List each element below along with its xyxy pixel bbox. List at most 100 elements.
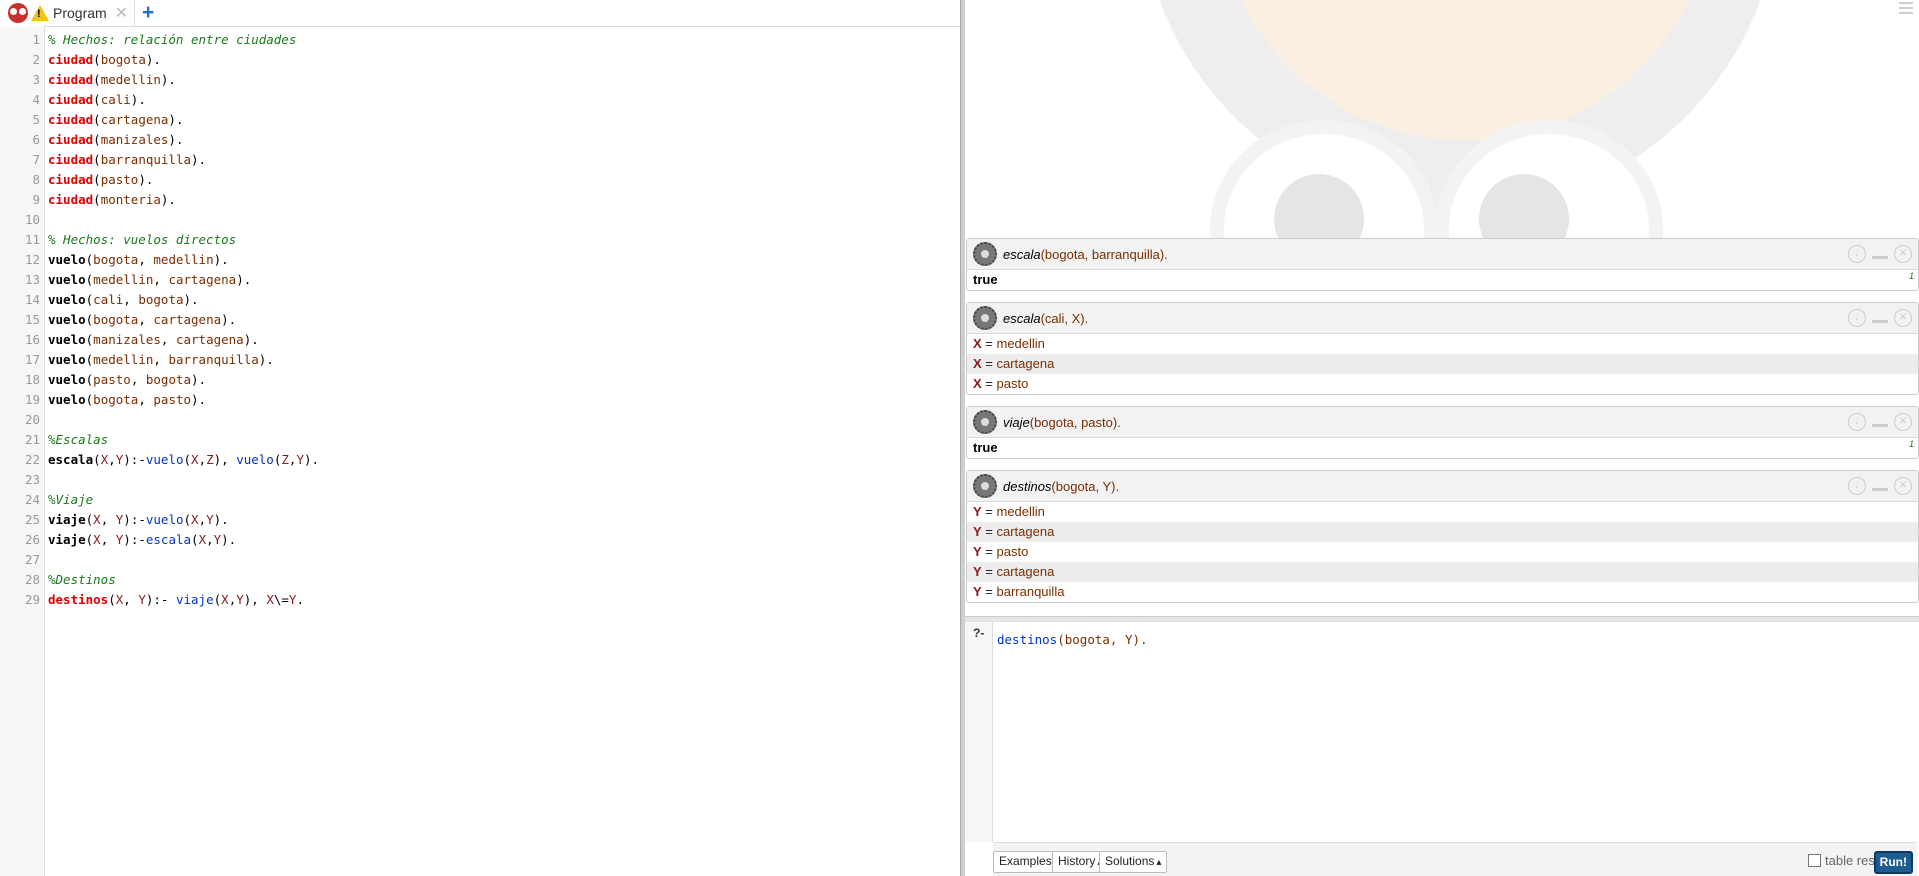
query-header[interactable]: escala(cali, X). ↓ ✕ [967,303,1918,334]
line-number: 16 [24,332,40,347]
download-icon[interactable]: ↓ [1848,413,1866,431]
code-line: 12 vuelo(bogota, medellin). [0,250,960,270]
swish-owl-icon [8,3,28,23]
line-number: 28 [24,572,40,587]
minimize-icon[interactable] [1872,255,1888,259]
query-input[interactable]: destinos(bogota, Y). [997,632,1148,647]
query-header[interactable]: destinos(bogota, Y). ↓ ✕ [967,471,1918,502]
download-icon[interactable]: ↓ [1848,477,1866,495]
minimize-icon[interactable] [1872,423,1888,427]
code-line: 25 viaje(X, Y):-vuelo(X,Y). [0,510,960,530]
answer-row: Y = medellin [973,504,1045,519]
code-line: 21 %Escalas [0,430,960,450]
line-number: 4 [32,92,40,107]
code-editor[interactable]: 1 % Hechos: relación entre ciudades 2 ciuda… [0,30,960,610]
line-number: 25 [24,512,40,527]
code-text: % Hechos: relación entre ciudades [48,32,297,47]
query-editor[interactable]: ?- destinos(bogota, Y). Examples History… [965,622,1919,876]
answer-row: X = pasto [973,376,1029,391]
solutions-button[interactable]: Solutions [1099,851,1168,873]
warning-icon: ! [31,5,49,21]
code-text: vuelo(bogota, cartagena). [48,312,237,327]
code-text: %Escalas [48,432,109,447]
line-number: 1 [32,32,40,47]
line-number: 27 [24,552,40,567]
minimize-icon[interactable] [1872,487,1888,491]
line-number: 8 [32,172,40,187]
program-editor-pane: ! Program ✕ + 1 % Hechos: relación entre … [0,0,960,876]
checkbox[interactable] [1808,854,1821,867]
line-number: 13 [24,272,40,287]
close-icon[interactable]: ✕ [1894,477,1912,495]
line-number: 20 [24,412,40,427]
query-text: destinos(bogota, Y). [1003,478,1120,494]
code-line: 17 vuelo(medellin, barranquilla). [0,350,960,370]
line-number: 11 [24,232,40,247]
close-icon[interactable]: ✕ [115,3,128,23]
code-line: 6 ciudad(manizales). [0,130,960,150]
answer-row: true 1 [973,439,1914,455]
line-number: 22 [24,452,40,467]
query-result: escala(bogota, barranquilla). ↓ ✕ true 1 [966,238,1919,291]
gear-icon[interactable] [973,242,997,266]
answer-row: Y = cartagena [967,522,1918,542]
gear-icon[interactable] [973,474,997,498]
code-line: 1 % Hechos: relación entre ciudades [0,30,960,50]
query-result: destinos(bogota, Y). ↓ ✕ Y = medellin Y = ca… [966,470,1919,603]
code-line: 27 [0,550,960,570]
minimize-icon[interactable] [1872,319,1888,323]
code-line: 3 ciudad(medellin). [0,70,960,90]
code-line: 16 vuelo(manizales, cartagena). [0,330,960,350]
code-text: viaje(X, Y):-vuelo(X,Y). [48,512,229,527]
code-line: 28 %Destinos [0,570,960,590]
code-line: 23 [0,470,960,490]
run-button[interactable]: Run! [1873,851,1913,874]
query-result: viaje(bogota, pasto). ↓ ✕ true 1 [966,406,1919,459]
answer-row: X = medellin [973,336,1045,351]
code-line: 4 ciudad(cali). [0,90,960,110]
answer-row: Y = cartagena [967,562,1918,582]
line-number: 10 [24,212,40,227]
code-text: ciudad(pasto). [48,172,154,187]
query-header[interactable]: viaje(bogota, pasto). ↓ ✕ [967,407,1918,438]
line-number: 19 [24,392,40,407]
code-text: vuelo(manizales, cartagena). [48,332,259,347]
line-number: 24 [24,492,40,507]
code-text: ciudad(cali). [48,92,146,107]
plus-icon[interactable]: + [142,1,154,25]
close-icon[interactable]: ✕ [1894,413,1912,431]
gear-icon[interactable] [973,306,997,330]
close-icon[interactable]: ✕ [1894,245,1912,263]
line-number: 7 [32,152,40,167]
code-line: 22 escala(X,Y):-vuelo(X,Z), vuelo(Z,Y). [0,450,960,470]
code-line: 13 vuelo(medellin, cartagena). [0,270,960,290]
line-number: 29 [24,592,40,607]
answer-row: Y = barranquilla [973,584,1065,599]
line-number: 18 [24,372,40,387]
code-line: 20 [0,410,960,430]
code-line: 18 vuelo(pasto, bogota). [0,370,960,390]
code-text: vuelo(pasto, bogota). [48,372,207,387]
code-text: vuelo(bogota, medellin). [48,252,229,267]
code-text: vuelo(medellin, barranquilla). [48,352,274,367]
download-icon[interactable]: ↓ [1848,245,1866,263]
code-text: vuelo(bogota, pasto). [48,392,207,407]
line-number: 9 [32,192,40,207]
code-line: 5 ciudad(cartagena). [0,110,960,130]
query-header[interactable]: escala(bogota, barranquilla). ↓ ✕ [967,239,1918,270]
download-icon[interactable]: ↓ [1848,309,1866,327]
background-owl-logo [965,0,1919,240]
gear-icon[interactable] [973,410,997,434]
query-result: escala(cali, X). ↓ ✕ X = medellin X = cartag… [966,302,1919,395]
query-text: escala(cali, X). [1003,310,1089,326]
tab-program[interactable]: ! Program ✕ [0,0,136,26]
code-line: 24 %Viaje [0,490,960,510]
code-text: ciudad(manizales). [48,132,184,147]
hamburger-menu-icon[interactable] [1899,2,1913,17]
code-text: viaje(X, Y):-escala(X,Y). [48,532,237,547]
query-text: escala(bogota, barranquilla). [1003,246,1168,262]
close-icon[interactable]: ✕ [1894,309,1912,327]
line-number: 6 [32,132,40,147]
code-text: ciudad(medellin). [48,72,176,87]
answer-row: true 1 [973,271,1914,287]
